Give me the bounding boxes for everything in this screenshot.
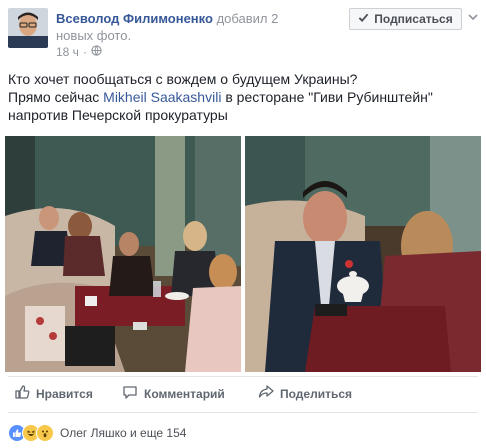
author-avatar[interactable] bbox=[8, 8, 48, 48]
author-name[interactable]: Всеволод Филимоненко bbox=[56, 11, 213, 26]
post-text-line1: Кто хочет пообщаться с вождем о будущем … bbox=[8, 71, 358, 87]
like-icon bbox=[14, 384, 30, 403]
photo-2[interactable] bbox=[245, 136, 481, 372]
reactions-summary[interactable]: Олег Ляшко и еще 154 bbox=[8, 424, 186, 442]
actions-divider-top bbox=[8, 376, 478, 377]
reactions-count: Олег Ляшко и еще 154 bbox=[60, 426, 187, 440]
comment-button-label: Комментарий bbox=[144, 386, 225, 401]
share-button-label: Поделиться bbox=[280, 386, 353, 401]
check-icon bbox=[358, 12, 369, 26]
reaction-wow-icon bbox=[36, 424, 54, 442]
author-action-text: добавил 2 bbox=[212, 11, 279, 26]
follow-button[interactable]: Подписаться bbox=[349, 8, 462, 30]
photo-2-image bbox=[245, 136, 481, 372]
author-line: Всеволод Филимоненко добавил 2 новых фот… bbox=[56, 10, 341, 44]
post-text-line2: Прямо сейчас Mikheil Saakashvili в ресто… bbox=[8, 88, 478, 106]
post-timestamp[interactable]: 18 ч bbox=[56, 45, 79, 59]
comment-button[interactable]: Комментарий bbox=[122, 384, 225, 403]
meta-separator: · bbox=[82, 45, 87, 59]
like-button-label: Нравится bbox=[36, 386, 93, 401]
avatar-image bbox=[8, 8, 48, 48]
facebook-post: Всеволод Филимоненко добавил 2 новых фот… bbox=[0, 0, 486, 448]
post-text: Кто хочет пообщаться с вождем о будущем … bbox=[8, 70, 478, 124]
post-text-line2-after: в ресторане "Гиви Рубинштейн" bbox=[221, 89, 433, 105]
actions-divider-bottom bbox=[8, 412, 478, 413]
share-icon bbox=[258, 384, 274, 403]
like-button[interactable]: Нравится bbox=[14, 384, 93, 403]
post-text-line2-before: Прямо сейчас bbox=[8, 89, 104, 105]
photo-1-image bbox=[5, 136, 241, 372]
comment-icon bbox=[122, 384, 138, 403]
chevron-down-icon[interactable] bbox=[466, 10, 480, 24]
globe-icon[interactable] bbox=[91, 45, 102, 59]
author-action-text-2: новых фото. bbox=[56, 28, 132, 43]
share-button[interactable]: Поделиться bbox=[258, 384, 352, 403]
mention-link[interactable]: Mikheil Saakashvili bbox=[103, 89, 221, 105]
post-text-line3: напротив Печерской прокуратуры bbox=[8, 107, 228, 123]
photo-1[interactable] bbox=[5, 136, 241, 372]
follow-button-label: Подписаться bbox=[374, 12, 453, 26]
post-meta: 18 ч · bbox=[56, 45, 102, 59]
